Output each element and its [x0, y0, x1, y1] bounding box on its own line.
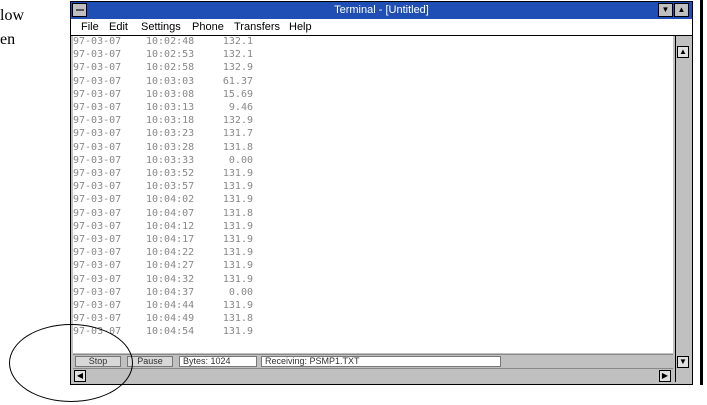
line-time: 10:04:07 [146, 207, 195, 219]
receiving-status: Receiving: PSMP1.TXT [261, 356, 501, 367]
line-date: 97-03-07 [73, 75, 122, 87]
line-value: 131.9 [222, 168, 253, 179]
line-date: 97-03-07 [73, 128, 122, 140]
doc-text-line-1: low [0, 7, 24, 24]
line-value: 9.46 [228, 102, 253, 113]
line-value: 132.9 [222, 62, 253, 74]
line-time: 10:04:44 [146, 300, 195, 311]
line-time: 10:04:32 [146, 273, 195, 285]
line-date: 97-03-07 [73, 220, 122, 232]
arrow-right-icon[interactable]: ▶ [659, 370, 671, 382]
minimize-icon[interactable]: ▼ [658, 3, 673, 17]
line-time: 10:04:37 [146, 286, 195, 298]
line-date: 97-03-07 [73, 115, 122, 127]
arrow-up-icon[interactable]: ▲ [677, 46, 689, 58]
line-value: 131.7 [222, 128, 253, 140]
line-time: 10:03:33 [146, 154, 195, 166]
line-time: 10:02:58 [146, 62, 195, 74]
line-time: 10:02:48 [146, 36, 195, 47]
line-value: 131.9 [222, 181, 253, 193]
function-key-bar: Stop Pause Bytes: 1024 Receiving: PSMP1.… [73, 354, 673, 368]
line-value: 0.00 [228, 286, 253, 298]
line-time: 10:03:23 [146, 128, 195, 140]
page-rule [700, 0, 703, 385]
stop-button[interactable]: Stop [75, 356, 121, 367]
line-value: 132.9 [222, 115, 253, 127]
arrow-left-icon[interactable]: ◀ [74, 370, 86, 382]
line-time: 10:04:22 [146, 247, 195, 259]
vertical-scrollbar[interactable]: ▲ ▼ [675, 36, 690, 382]
line-value: 132.1 [222, 49, 253, 61]
line-time: 10:03:28 [146, 141, 195, 153]
line-value: 131.8 [222, 141, 253, 153]
line-date: 97-03-07 [73, 36, 122, 47]
line-date: 97-03-07 [73, 234, 122, 245]
line-time: 10:04:17 [146, 234, 195, 245]
line-time: 10:03:03 [146, 75, 195, 87]
line-date: 97-03-07 [73, 247, 122, 259]
window-title: Terminal - [Untitled] [334, 4, 429, 16]
line-date: 97-03-07 [73, 300, 122, 311]
line-value: 131.8 [222, 207, 253, 219]
document-text: low en [0, 4, 70, 52]
line-date: 97-03-07 [73, 286, 122, 298]
line-date: 97-03-07 [73, 194, 122, 206]
maximize-icon[interactable]: ▲ [674, 3, 689, 17]
line-date: 97-03-07 [73, 141, 122, 153]
line-date: 97-03-07 [73, 102, 122, 113]
line-value: 131.9 [222, 260, 253, 272]
line-time: 10:04:27 [146, 260, 195, 272]
pause-button[interactable]: Pause [127, 356, 173, 367]
line-time: 10:03:13 [146, 102, 195, 113]
line-time: 10:03:18 [146, 115, 195, 127]
line-value: 15.69 [222, 88, 253, 100]
line-date: 97-03-07 [73, 273, 122, 285]
title-bar[interactable]: Terminal - [Untitled] ▼ ▲ [71, 2, 692, 19]
doc-text-line-2: en [0, 31, 16, 48]
line-date: 97-03-07 [73, 313, 122, 325]
line-time: 10:03:08 [146, 88, 195, 100]
line-time: 10:02:53 [146, 49, 195, 61]
terminal-area[interactable]: 97-03-07 10:02:48 132.1 97-03-07 10:02:53 132… [73, 36, 673, 353]
line-date: 97-03-07 [73, 326, 122, 338]
menu-file[interactable]: File [81, 21, 99, 33]
line-date: 97-03-07 [73, 181, 122, 193]
line-time: 10:04:49 [146, 313, 195, 325]
line-value: 131.9 [222, 273, 253, 285]
line-value: 131.9 [222, 220, 253, 232]
line-value: 131.9 [222, 234, 253, 245]
terminal-window: Terminal - [Untitled] ▼ ▲ File Edit Sett… [70, 1, 693, 385]
line-value: 131.9 [222, 194, 253, 206]
line-date: 97-03-07 [73, 168, 122, 179]
line-value: 131.9 [222, 326, 253, 338]
menu-bar: File Edit Settings Phone Transfers Help [71, 19, 692, 36]
line-value: 0.00 [228, 154, 253, 166]
menu-settings[interactable]: Settings [141, 21, 181, 33]
bytes-counter: Bytes: 1024 [179, 356, 257, 367]
menu-edit[interactable]: Edit [109, 21, 128, 33]
line-date: 97-03-07 [73, 49, 122, 61]
arrow-down-icon[interactable]: ▼ [677, 356, 689, 368]
line-value: 61.37 [222, 75, 253, 87]
line-time: 10:04:12 [146, 220, 195, 232]
line-date: 97-03-07 [73, 260, 122, 272]
line-value: 131.9 [222, 300, 253, 311]
line-date: 97-03-07 [73, 62, 122, 74]
line-value: 132.1 [222, 36, 253, 47]
line-time: 10:03:52 [146, 168, 195, 179]
menu-phone[interactable]: Phone [192, 21, 224, 33]
line-time: 10:04:02 [146, 194, 195, 206]
line-date: 97-03-07 [73, 154, 122, 166]
line-time: 10:03:57 [146, 181, 195, 193]
line-value: 131.9 [222, 247, 253, 259]
menu-transfers[interactable]: Transfers [234, 21, 280, 33]
line-value: 131.8 [222, 313, 253, 325]
line-date: 97-03-07 [73, 88, 122, 100]
horizontal-scrollbar[interactable]: ◀ ▶ [73, 368, 673, 383]
line-time: 10:04:54 [146, 326, 195, 338]
line-date: 97-03-07 [73, 207, 122, 219]
menu-help[interactable]: Help [289, 21, 312, 33]
